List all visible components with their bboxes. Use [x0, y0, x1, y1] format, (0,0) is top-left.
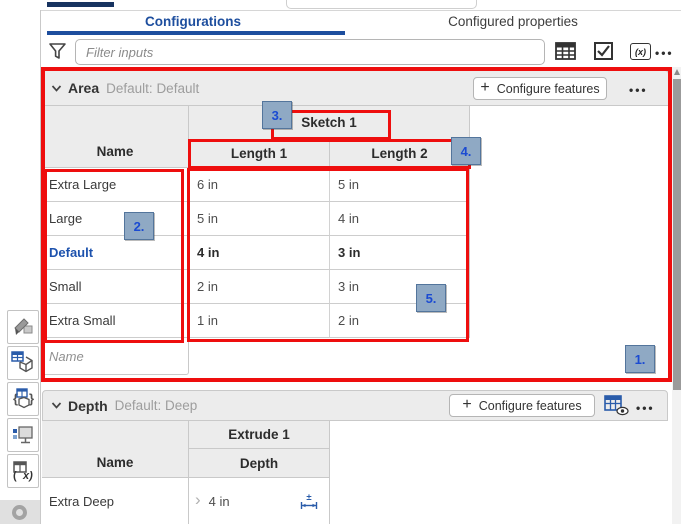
config-cell[interactable]: 3 in — [330, 270, 470, 304]
config-cell[interactable]: 1 in — [189, 304, 330, 338]
depth-configure-features-label: Configure features — [478, 398, 582, 413]
sidebar-item-configurations[interactable] — [7, 346, 39, 380]
new-config-row-input[interactable]: Name — [42, 338, 189, 375]
config-row-name[interactable]: Small — [42, 270, 189, 304]
config-row-name[interactable]: Extra Deep — [42, 478, 189, 524]
config-cell[interactable]: 5 in — [189, 202, 330, 236]
configurations-icon — [11, 351, 35, 375]
tab-configured-properties-label: Configured properties — [448, 14, 578, 29]
depth-feature-header: Extrude 1 — [189, 421, 330, 449]
filter-icon[interactable] — [47, 41, 68, 62]
depth-more-icon[interactable]: ••• — [636, 401, 655, 415]
config-cell[interactable]: 2 in — [330, 304, 470, 338]
configured-features-table-icon[interactable] — [604, 395, 629, 416]
config-row-name[interactable]: Extra Small — [42, 304, 189, 338]
callout-1: 1. — [625, 345, 655, 373]
scrollbar-up-arrow[interactable] — [673, 69, 680, 75]
sidebar-item-feature-expressions[interactable]: x) ( — [7, 454, 39, 488]
tab-configurations-underline — [47, 31, 345, 35]
filter-input[interactable] — [75, 39, 545, 65]
depth-section-title: Depth — [68, 397, 108, 414]
config-row-name[interactable]: Extra Large — [42, 168, 189, 202]
svg-text:±: ± — [306, 492, 311, 503]
feature-expression-icon: x) ( — [11, 459, 35, 483]
sidebar-item-configured-features[interactable]: { } — [7, 382, 39, 416]
ring-icon — [12, 505, 27, 520]
config-row-name-default[interactable]: Default — [42, 236, 189, 270]
tab-configurations-label: Configurations — [145, 14, 241, 29]
area-configure-features-label: Configure features — [496, 81, 600, 96]
sidebar-item-bottom-tile[interactable] — [0, 500, 40, 524]
config-cell[interactable]: › 4 in ± — [189, 478, 330, 524]
depth-default-label: Default: Deep — [114, 398, 198, 413]
checkbox-properties-icon[interactable] — [594, 42, 613, 60]
scrollbar-thumb[interactable] — [672, 79, 681, 390]
variables-icon-glyph: (x) — [635, 46, 646, 57]
callout-4: 4. — [451, 137, 481, 165]
chevron-down-icon[interactable] — [51, 400, 62, 411]
svg-text:(: ( — [13, 470, 17, 482]
config-cell[interactable]: 2 in — [189, 270, 330, 304]
plus-icon: + — [480, 78, 490, 96]
config-cell[interactable]: 4 in — [330, 202, 470, 236]
callout-2: 2. — [124, 212, 154, 240]
document-tab-accent — [47, 2, 114, 7]
sidebar-item-render[interactable] — [7, 418, 39, 452]
area-section-title: Area — [68, 80, 100, 96]
depth-param-header: Depth — [189, 449, 330, 478]
dimension-tolerance-icon[interactable]: ± — [298, 492, 320, 511]
chevron-down-icon[interactable] — [51, 83, 62, 94]
area-default-label: Default: Default — [106, 80, 200, 96]
configured-features-icon: { } — [11, 387, 35, 411]
panel-more-icon[interactable]: ••• — [655, 46, 674, 60]
area-configure-features-button[interactable]: + Configure features — [473, 77, 607, 100]
render-studio-icon — [11, 423, 35, 447]
plus-icon: + — [462, 395, 472, 413]
svg-text:}: } — [29, 391, 34, 406]
depth-name-header: Name — [42, 421, 189, 478]
expand-chevron-icon[interactable]: › — [195, 490, 201, 510]
tab-configured-properties[interactable]: Configured properties — [345, 11, 681, 32]
depth-configure-features-button[interactable]: + Configure features — [449, 394, 595, 417]
callout-3: 3. — [262, 101, 292, 129]
area-param-header-2: Length 2 — [330, 140, 470, 168]
variables-icon[interactable]: (x) — [630, 43, 651, 60]
config-cell[interactable]: 6 in — [189, 168, 330, 202]
panel-left-border — [40, 10, 41, 524]
config-cell[interactable]: 3 in — [330, 236, 470, 270]
table-view-icon[interactable] — [555, 42, 576, 60]
svg-text:x): x) — [22, 470, 33, 482]
area-name-header: Name — [42, 106, 189, 168]
config-row-name[interactable]: Large — [42, 202, 189, 236]
appearance-icon — [12, 316, 34, 338]
area-more-icon[interactable]: ••• — [629, 83, 648, 97]
tab-configurations[interactable]: Configurations — [41, 11, 345, 32]
sidebar-item-appearance[interactable] — [7, 310, 39, 344]
callout-5: 5. — [416, 284, 446, 312]
config-cell[interactable]: 5 in — [330, 168, 470, 202]
area-feature-header: Sketch 1 — [189, 106, 470, 140]
top-cropped-box — [286, 0, 477, 9]
config-cell[interactable]: 4 in — [189, 236, 330, 270]
area-param-header-1: Length 1 — [189, 140, 330, 168]
